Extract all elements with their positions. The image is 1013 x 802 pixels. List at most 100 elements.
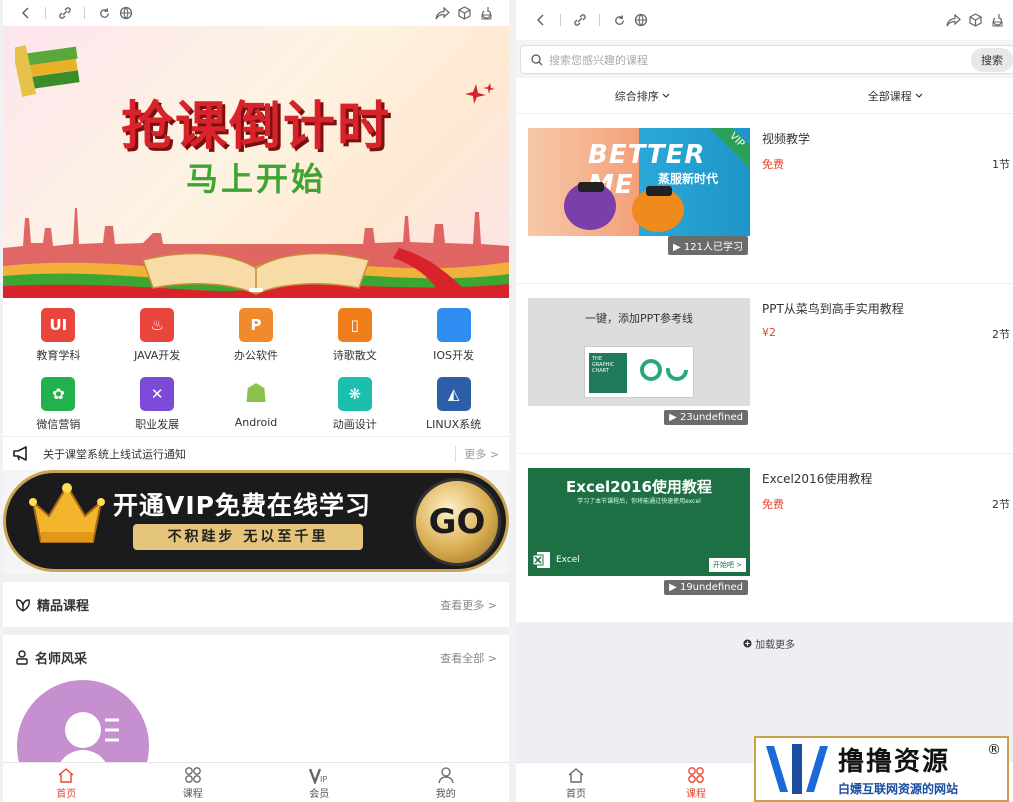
excel-icon bbox=[532, 552, 550, 568]
search-button[interactable]: 搜索 bbox=[971, 47, 1013, 72]
category-item[interactable]: ◭ LINUX系统 bbox=[404, 377, 503, 436]
notice-more-link[interactable]: 更多 > bbox=[455, 445, 499, 462]
category-item[interactable]: P 办公软件 bbox=[207, 308, 306, 367]
globe-icon[interactable] bbox=[115, 2, 137, 24]
banner-title: 抢课倒计时 bbox=[120, 97, 391, 157]
thumb-subtitle: 学习了本节课程后，你将能通过快速使用excel bbox=[577, 498, 701, 505]
search-box[interactable]: 搜索您感兴趣的课程 搜索 bbox=[520, 45, 1013, 74]
svg-text:IP: IP bbox=[320, 775, 327, 784]
dots-icon: ❋ bbox=[337, 377, 372, 411]
exit-icon[interactable] bbox=[475, 2, 497, 24]
course-info: 视频教学 免费 1节 bbox=[750, 128, 1010, 283]
category-label: 职业发展 bbox=[135, 418, 180, 431]
thumb-subtitle: THE GRAPHIC CHART bbox=[589, 353, 627, 393]
category-item[interactable]: ♨ JAVA开发 bbox=[108, 308, 207, 367]
notice-bar[interactable]: 关于课堂系统上线试运行通知 更多 > bbox=[3, 436, 509, 470]
category-item[interactable]: ▯ 诗歌散文 bbox=[305, 308, 404, 367]
tab-label: 会员 bbox=[309, 788, 330, 800]
sort-dropdown[interactable]: 综合排序 bbox=[516, 78, 769, 113]
category-label: IOS开发 bbox=[433, 349, 475, 362]
teachers-section-header: 名师风采 查看全部 > bbox=[3, 635, 509, 680]
filter-bar: 综合排序 全部课程 bbox=[516, 78, 1013, 114]
category-item[interactable]: ✿ 微信营销 bbox=[9, 377, 108, 436]
refresh-icon[interactable] bbox=[608, 9, 630, 31]
featured-title: 精品课程 bbox=[37, 599, 90, 614]
globe-icon[interactable] bbox=[630, 9, 652, 31]
steamer-illustration bbox=[564, 182, 684, 232]
notice-text[interactable]: 关于课堂系统上线试运行通知 bbox=[31, 446, 455, 462]
registered-mark: ® bbox=[987, 742, 1001, 758]
link-icon[interactable] bbox=[54, 2, 76, 24]
left-tab-bar: 首页 课程 IP 会员 我的 bbox=[3, 762, 509, 802]
course-item[interactable]: 一键，添加PPT参考线 THE GRAPHIC CHART ▶ 23undefi… bbox=[516, 284, 1013, 454]
category-label: LINUX系统 bbox=[425, 418, 482, 431]
course-item[interactable]: BETTER ME 蒸服新时代 VIP ▶ 121人已学习 视频教学 免费 1节 bbox=[516, 114, 1013, 284]
refresh-icon[interactable] bbox=[93, 2, 115, 24]
tab-label: 课程 bbox=[686, 788, 706, 800]
back-icon[interactable] bbox=[530, 9, 552, 31]
category-item[interactable]: ☗ Android bbox=[207, 377, 306, 436]
course-icon bbox=[687, 766, 705, 785]
category-label: 教育学科 bbox=[36, 349, 81, 362]
course-lessons: 2节 bbox=[992, 328, 1010, 341]
sort-label: 综合排序 bbox=[614, 89, 659, 103]
chevron-down-icon bbox=[915, 93, 923, 98]
vip-go-button[interactable]: GO bbox=[413, 478, 501, 566]
section-gap bbox=[3, 627, 509, 635]
tab-label: 首页 bbox=[566, 788, 586, 800]
java-icon: ♨ bbox=[140, 308, 175, 342]
course-lessons: 2节 bbox=[992, 498, 1010, 511]
thumb-brand: Excel bbox=[556, 555, 580, 565]
teachers-more-link[interactable]: 查看全部 > bbox=[440, 650, 497, 666]
promo-banner[interactable]: 抢课倒计时 马上开始 bbox=[3, 26, 509, 298]
right-tab-bar: 首页 课程 bbox=[516, 762, 756, 802]
tab-home[interactable]: 首页 bbox=[3, 763, 130, 802]
carousel-indicator[interactable] bbox=[249, 288, 263, 292]
learners-badge: ▶ 19undefined bbox=[664, 580, 748, 595]
tab-home[interactable]: 首页 bbox=[516, 763, 636, 802]
city-book-illustration bbox=[3, 208, 509, 298]
course-info: Excel2016使用教程 免费 2节 bbox=[750, 468, 1010, 624]
course-name[interactable]: PPT从菜鸟到高手实用教程 bbox=[762, 300, 1010, 317]
course-thumbnail[interactable]: 一键，添加PPT参考线 THE GRAPHIC CHART ▶ 23undefi… bbox=[528, 298, 750, 425]
course-thumbnail[interactable]: Excel2016使用教程 学习了本节课程后，你将能通过快速使用excel Ex… bbox=[528, 468, 750, 595]
user-icon bbox=[438, 766, 454, 785]
learners-badge: ▶ 23undefined bbox=[664, 410, 748, 425]
link-icon[interactable] bbox=[569, 9, 591, 31]
course-price: ¥2 bbox=[762, 326, 776, 339]
course-lessons: 1节 bbox=[992, 158, 1010, 171]
category-label: Android bbox=[234, 416, 278, 429]
tab-vip[interactable]: IP 会员 bbox=[256, 763, 383, 802]
category-item[interactable]: ✕ 职业发展 bbox=[108, 377, 207, 436]
learners-badge: ▶ 121人已学习 bbox=[668, 236, 748, 255]
featured-section-header: 精品课程 查看更多 > bbox=[3, 582, 509, 627]
course-name[interactable]: 视频教学 bbox=[762, 130, 1010, 147]
exit-icon[interactable] bbox=[986, 9, 1008, 31]
category-grid: UI 教育学科 ♨ JAVA开发 P 办公软件 ▯ 诗歌散文 IOS开发 ✿ 微信营销 ✕ 职业发展 ☗ A… bbox=[3, 298, 509, 436]
back-icon[interactable] bbox=[15, 2, 37, 24]
category-item[interactable]: IOS开发 bbox=[404, 308, 503, 367]
course-name[interactable]: Excel2016使用教程 bbox=[762, 470, 1010, 487]
cube-icon[interactable] bbox=[453, 2, 475, 24]
load-more-button[interactable]: 加载更多 bbox=[516, 622, 1013, 665]
course-item[interactable]: Excel2016使用教程 学习了本节课程后，你将能通过快速使用excel Ex… bbox=[516, 454, 1013, 624]
category-item[interactable]: UI 教育学科 bbox=[9, 308, 108, 367]
tab-course[interactable]: 课程 bbox=[130, 763, 257, 802]
search-input[interactable]: 搜索您感兴趣的课程 bbox=[543, 52, 971, 68]
vip-banner[interactable]: 开通VIP免费在线学习 不积跬步 无以至千里 GO bbox=[3, 470, 509, 574]
featured-more-link[interactable]: 查看更多 > bbox=[440, 597, 497, 613]
tab-course[interactable]: 课程 bbox=[636, 763, 756, 802]
tab-user[interactable]: 我的 bbox=[383, 763, 510, 802]
teacher-card[interactable] bbox=[3, 680, 509, 802]
browser-toolbar bbox=[3, 0, 509, 26]
category-item[interactable]: ❋ 动画设计 bbox=[305, 377, 404, 436]
palette-icon: ✿ bbox=[41, 377, 76, 411]
course-price: 免费 bbox=[762, 498, 784, 511]
cube-icon[interactable] bbox=[964, 9, 986, 31]
home-icon bbox=[57, 766, 75, 785]
course-thumbnail[interactable]: BETTER ME 蒸服新时代 VIP ▶ 121人已学习 bbox=[528, 128, 750, 255]
megaphone-icon bbox=[13, 446, 27, 461]
category-dropdown[interactable]: 全部课程 bbox=[769, 78, 1013, 113]
share-icon[interactable] bbox=[431, 2, 453, 24]
share-icon[interactable] bbox=[942, 9, 964, 31]
